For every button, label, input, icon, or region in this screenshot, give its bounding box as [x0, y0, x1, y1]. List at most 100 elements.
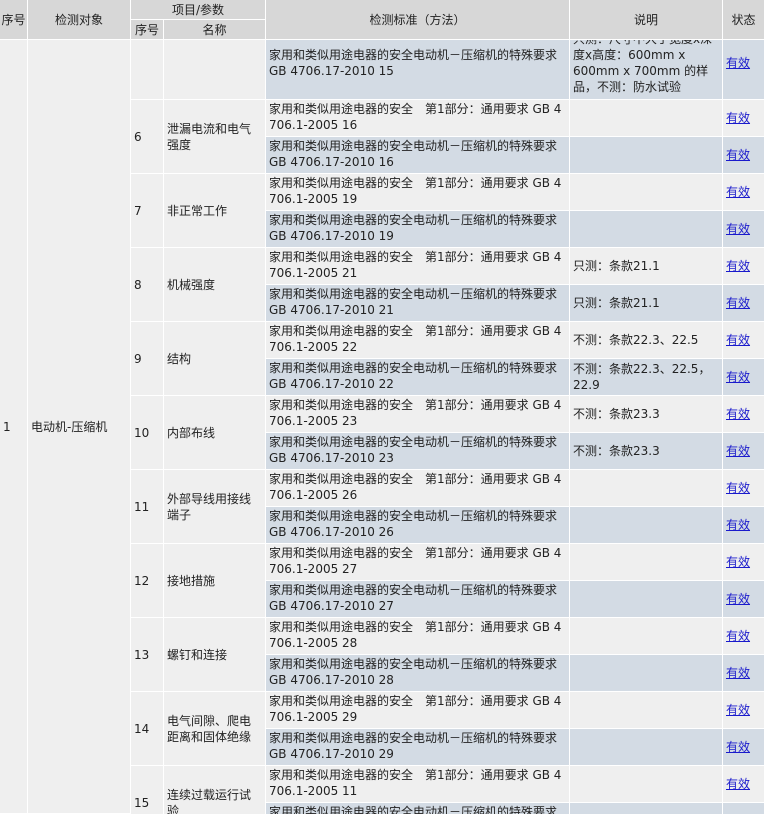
item-name-partial — [164, 40, 266, 100]
standard-cell: 家用和类似用途电器的安全电动机－压缩机的特殊要求 GB 4706.17-2010… — [266, 433, 570, 470]
status-cell — [723, 803, 765, 814]
table-body: 1 电动机-压缩机 家用和类似用途电器的安全电动机－压缩机的特殊要求 GB 47… — [0, 40, 765, 814]
item-seq: 6 — [131, 100, 164, 174]
header-item-param: 项目/参数 — [131, 0, 266, 20]
status-link[interactable]: 有效 — [726, 258, 750, 274]
status-link[interactable]: 有效 — [726, 776, 750, 792]
item-seq: 12 — [131, 544, 164, 618]
standard-cell: 家用和类似用途电器的安全电动机－压缩机的特殊要求 GB 4706.17-2010… — [266, 137, 570, 174]
standard-cell: 家用和类似用途电器的安全电动机－压缩机的特殊要求 GB 4706.17-2010… — [266, 40, 570, 100]
status-cell: 有效 — [723, 766, 765, 803]
status-link[interactable]: 有效 — [726, 332, 750, 348]
status-cell: 有效 — [723, 544, 765, 581]
header-item-seq: 序号 — [131, 20, 164, 40]
standard-cell: 家用和类似用途电器的安全 第1部分：通用要求 GB 4706.1-2005 27 — [266, 544, 570, 581]
header-note: 说明 — [570, 0, 723, 40]
item-seq-partial — [131, 40, 164, 100]
header-status: 状态 — [723, 0, 765, 40]
note-cell — [570, 729, 723, 766]
status-cell: 有效 — [723, 507, 765, 544]
status-link[interactable]: 有效 — [726, 554, 750, 570]
note-cell: 不测：条款22.3、22.5，22.9 — [570, 359, 723, 396]
status-link[interactable]: 有效 — [726, 628, 750, 644]
note-cell — [570, 211, 723, 248]
standard-cell: 家用和类似用途电器的安全电动机－压缩机的特殊要求 — [266, 803, 570, 814]
note-cell: 不测：条款22.3、22.5 — [570, 322, 723, 359]
status-link[interactable]: 有效 — [726, 591, 750, 607]
status-link[interactable]: 有效 — [726, 369, 750, 385]
note-cell — [570, 803, 723, 814]
note-cell — [570, 470, 723, 507]
status-cell: 有效 — [723, 285, 765, 322]
item-name: 接地措施 — [164, 544, 266, 618]
note-cell — [570, 581, 723, 618]
status-link[interactable]: 有效 — [726, 665, 750, 681]
item-name: 电气间隙、爬电距离和固体绝缘 — [164, 692, 266, 766]
note-cell — [570, 544, 723, 581]
note-cell — [570, 174, 723, 211]
note-cell — [570, 766, 723, 803]
item-seq: 13 — [131, 618, 164, 692]
status-link[interactable]: 有效 — [726, 517, 750, 533]
status-cell: 有效 — [723, 581, 765, 618]
item-seq: 7 — [131, 174, 164, 248]
note-cell — [570, 692, 723, 729]
standard-cell: 家用和类似用途电器的安全 第1部分：通用要求 GB 4706.1-2005 26 — [266, 470, 570, 507]
standard-cell: 家用和类似用途电器的安全电动机－压缩机的特殊要求 GB 4706.17-2010… — [266, 507, 570, 544]
item-name: 机械强度 — [164, 248, 266, 322]
item-seq: 14 — [131, 692, 164, 766]
item-name: 连续过载运行试验 — [164, 766, 266, 814]
item-name: 泄漏电流和电气强度 — [164, 100, 266, 174]
standard-cell: 家用和类似用途电器的安全电动机－压缩机的特殊要求 GB 4706.17-2010… — [266, 655, 570, 692]
standard-cell: 家用和类似用途电器的安全 第1部分：通用要求 GB 4706.1-2005 16 — [266, 100, 570, 137]
standard-cell: 家用和类似用途电器的安全 第1部分：通用要求 GB 4706.1-2005 11 — [266, 766, 570, 803]
note-cell: 只测：条款21.1 — [570, 248, 723, 285]
status-link[interactable]: 有效 — [726, 443, 750, 459]
header-seq: 序号 — [0, 0, 28, 40]
status-link[interactable]: 有效 — [726, 702, 750, 718]
status-cell: 有效 — [723, 100, 765, 137]
table-header: 序号 检测对象 项目/参数 序号 名称 检测标准（方法） 说明 状态 — [0, 0, 765, 40]
note-cell: 不测：条款23.3 — [570, 396, 723, 433]
status-cell: 有效 — [723, 174, 765, 211]
status-cell: 有效 — [723, 359, 765, 396]
status-cell: 有效 — [723, 322, 765, 359]
status-link[interactable]: 有效 — [726, 56, 750, 70]
status-cell: 有效 — [723, 433, 765, 470]
standard-cell: 家用和类似用途电器的安全 第1部分：通用要求 GB 4706.1-2005 21 — [266, 248, 570, 285]
status-cell: 有效 — [723, 655, 765, 692]
status-link[interactable]: 有效 — [726, 739, 750, 755]
item-name: 螺钉和连接 — [164, 618, 266, 692]
status-link[interactable]: 有效 — [726, 147, 750, 163]
note-cell — [570, 100, 723, 137]
status-link[interactable]: 有效 — [726, 295, 750, 311]
note-cell: 只测：尺寸不大于宽度x深度x高度：600mm x 600mm x 700mm 的… — [570, 40, 723, 100]
standard-cell: 家用和类似用途电器的安全 第1部分：通用要求 GB 4706.1-2005 22 — [266, 322, 570, 359]
status-link[interactable]: 有效 — [726, 110, 750, 126]
status-cell: 有效 — [723, 618, 765, 655]
standard-cell: 家用和类似用途电器的安全电动机－压缩机的特殊要求 GB 4706.17-2010… — [266, 285, 570, 322]
standard-cell: 家用和类似用途电器的安全 第1部分：通用要求 GB 4706.1-2005 28 — [266, 618, 570, 655]
item-seq: 9 — [131, 322, 164, 396]
status-cell: 有效 — [723, 470, 765, 507]
status-cell: 有效 — [723, 40, 765, 100]
status-cell: 有效 — [723, 396, 765, 433]
note-cell — [570, 655, 723, 692]
status-link[interactable]: 有效 — [726, 480, 750, 496]
status-cell: 有效 — [723, 729, 765, 766]
header-item-name: 名称 — [164, 20, 266, 40]
standard-cell: 家用和类似用途电器的安全电动机－压缩机的特殊要求 GB 4706.17-2010… — [266, 729, 570, 766]
item-seq: 15 — [131, 766, 164, 814]
status-cell: 有效 — [723, 211, 765, 248]
standard-cell: 家用和类似用途电器的安全电动机－压缩机的特殊要求 GB 4706.17-2010… — [266, 211, 570, 248]
item-name: 内部布线 — [164, 396, 266, 470]
status-link[interactable]: 有效 — [726, 221, 750, 237]
item-name: 非正常工作 — [164, 174, 266, 248]
header-object: 检测对象 — [28, 0, 131, 40]
note-cell — [570, 137, 723, 174]
item-name: 结构 — [164, 322, 266, 396]
status-link[interactable]: 有效 — [726, 184, 750, 200]
main-row-seq: 1 — [0, 40, 28, 814]
status-cell: 有效 — [723, 692, 765, 729]
status-link[interactable]: 有效 — [726, 406, 750, 422]
